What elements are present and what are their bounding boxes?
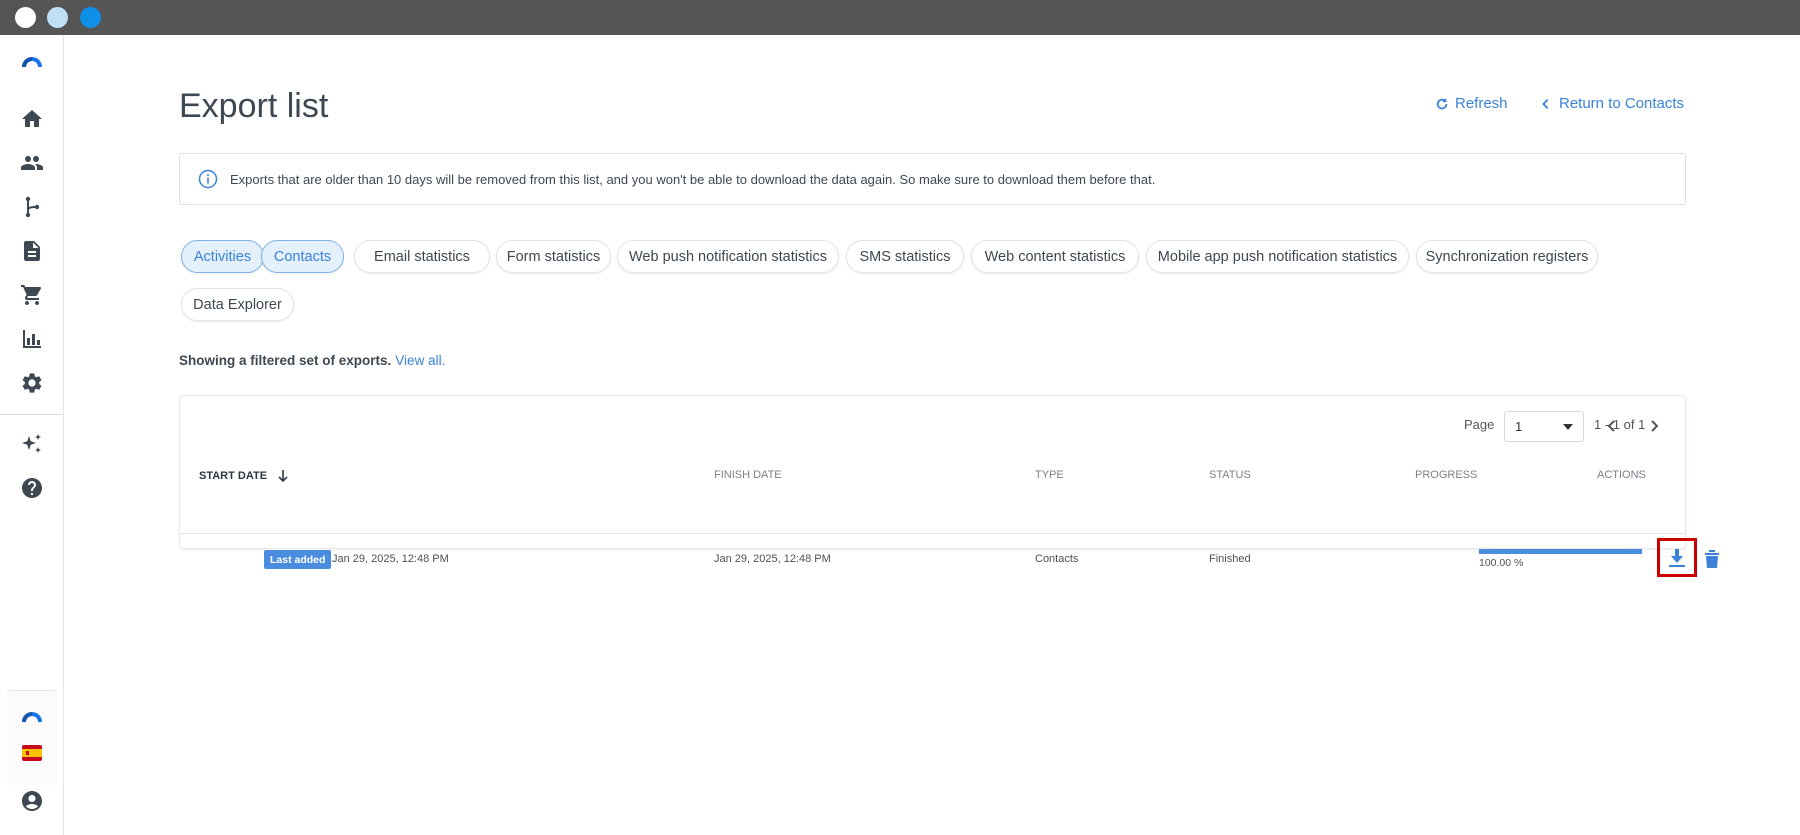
pager-label: Page: [1464, 417, 1495, 432]
info-icon: [198, 169, 218, 189]
filter-chip-synchronization-registers[interactable]: Synchronization registers: [1416, 240, 1598, 273]
sidebar-divider: [0, 414, 63, 415]
last-added-badge: Last added: [264, 550, 332, 569]
chip-label: Contacts: [273, 248, 332, 265]
window-close-dot[interactable]: [15, 7, 36, 28]
filter-chip-form-statistics[interactable]: Form statistics: [496, 240, 611, 273]
window-minimize-dot[interactable]: [47, 7, 68, 28]
chip-label: Activities: [193, 248, 252, 265]
return-label: Return to Contacts: [1559, 95, 1685, 112]
cell-start-date: Jan 29, 2025, 12:48 PM: [332, 553, 449, 565]
delete-button[interactable]: [1702, 547, 1722, 569]
cell-finish-date: Jan 29, 2025, 12:48 PM: [714, 553, 831, 565]
info-text: Exports that are older than 10 days will…: [230, 171, 1156, 187]
caret-down-icon: [1563, 424, 1573, 430]
column-header-type[interactable]: TYPE: [1035, 469, 1064, 481]
reports-icon[interactable]: [18, 325, 46, 353]
chip-label: Web push notification statistics: [629, 248, 827, 265]
progress-bar: [1479, 549, 1642, 554]
page-title: Export list: [179, 87, 329, 125]
filter-chip-sms-statistics[interactable]: SMS statistics: [846, 240, 964, 273]
filter-note: Showing a filtered set of exports. View a…: [179, 353, 445, 368]
sidebar: [0, 35, 64, 835]
filter-chip-email-statistics[interactable]: Email statistics: [354, 240, 490, 273]
content-icon[interactable]: [18, 237, 46, 265]
cell-status: Finished: [1209, 553, 1251, 565]
chevron-right-icon: [1651, 420, 1659, 432]
chevron-left-icon: [1607, 420, 1615, 432]
page-select-value: 1: [1515, 419, 1523, 434]
column-header-label: START DATE: [199, 470, 268, 482]
chevron-left-icon: [1542, 98, 1549, 109]
chip-label: Email statistics: [374, 248, 470, 265]
main-content: Export list Refresh Return to Contacts E…: [64, 35, 1800, 835]
column-header-status[interactable]: STATUS: [1209, 469, 1251, 481]
progress-fill: [1479, 549, 1642, 554]
page-select[interactable]: 1: [1504, 411, 1584, 442]
window-titlebar: [0, 0, 1800, 35]
spain-flag-icon[interactable]: [18, 739, 46, 767]
logo-icon[interactable]: [18, 49, 46, 77]
column-header-start-date[interactable]: START DATE: [199, 469, 289, 483]
user-account-icon[interactable]: [18, 787, 46, 815]
download-icon: [1669, 548, 1685, 567]
settings-icon[interactable]: [18, 369, 46, 397]
filter-chip-activities[interactable]: Activities: [181, 240, 264, 273]
filter-chip-contacts[interactable]: Contacts: [261, 240, 344, 273]
info-banner: Exports that are older than 10 days will…: [179, 153, 1686, 205]
automation-icon[interactable]: [18, 193, 46, 221]
column-header-actions: ACTIONS: [1597, 469, 1646, 481]
sparkle-icon[interactable]: [18, 430, 46, 458]
chip-label: Synchronization registers: [1425, 248, 1589, 265]
row-divider: [180, 533, 1685, 534]
cell-type: Contacts: [1035, 553, 1079, 565]
chip-label: Form statistics: [506, 248, 601, 265]
view-all-link[interactable]: View all.: [395, 353, 445, 368]
column-header-progress: PROGRESS: [1415, 469, 1478, 481]
trash-icon: [1705, 550, 1719, 568]
progress-text: 100.00 %: [1479, 557, 1524, 569]
download-button[interactable]: [1657, 538, 1697, 577]
refresh-label: Refresh: [1455, 95, 1508, 112]
column-header-finish-date[interactable]: FINISH DATE: [714, 469, 782, 481]
arrow-down-icon: [278, 470, 288, 483]
return-to-contacts-link[interactable]: Return to Contacts: [1539, 95, 1684, 112]
filter-note-text: Showing a filtered set of exports.: [179, 353, 392, 368]
filter-chip-data-explorer[interactable]: Data Explorer: [181, 288, 294, 321]
window-maximize-dot[interactable]: [80, 7, 101, 28]
filter-chip-web-push-statistics[interactable]: Web push notification statistics: [617, 240, 839, 273]
refresh-icon: [1436, 98, 1448, 109]
logo-icon[interactable]: [18, 702, 46, 730]
filter-chip-mobile-push-statistics[interactable]: Mobile app push notification statistics: [1146, 240, 1409, 273]
cart-icon[interactable]: [18, 281, 46, 309]
filter-chip-web-content-statistics[interactable]: Web content statistics: [971, 240, 1139, 273]
next-page-button[interactable]: [1644, 416, 1664, 436]
chip-label: Web content statistics: [984, 248, 1126, 265]
chip-label: Data Explorer: [193, 296, 282, 313]
chip-label: SMS statistics: [859, 248, 951, 265]
contacts-icon[interactable]: [18, 149, 46, 177]
home-icon[interactable]: [18, 105, 46, 133]
prev-page-button[interactable]: [1602, 416, 1622, 436]
chip-label: Mobile app push notification statistics: [1157, 248, 1398, 265]
refresh-button[interactable]: Refresh: [1435, 95, 1508, 112]
help-icon[interactable]: [18, 474, 46, 502]
